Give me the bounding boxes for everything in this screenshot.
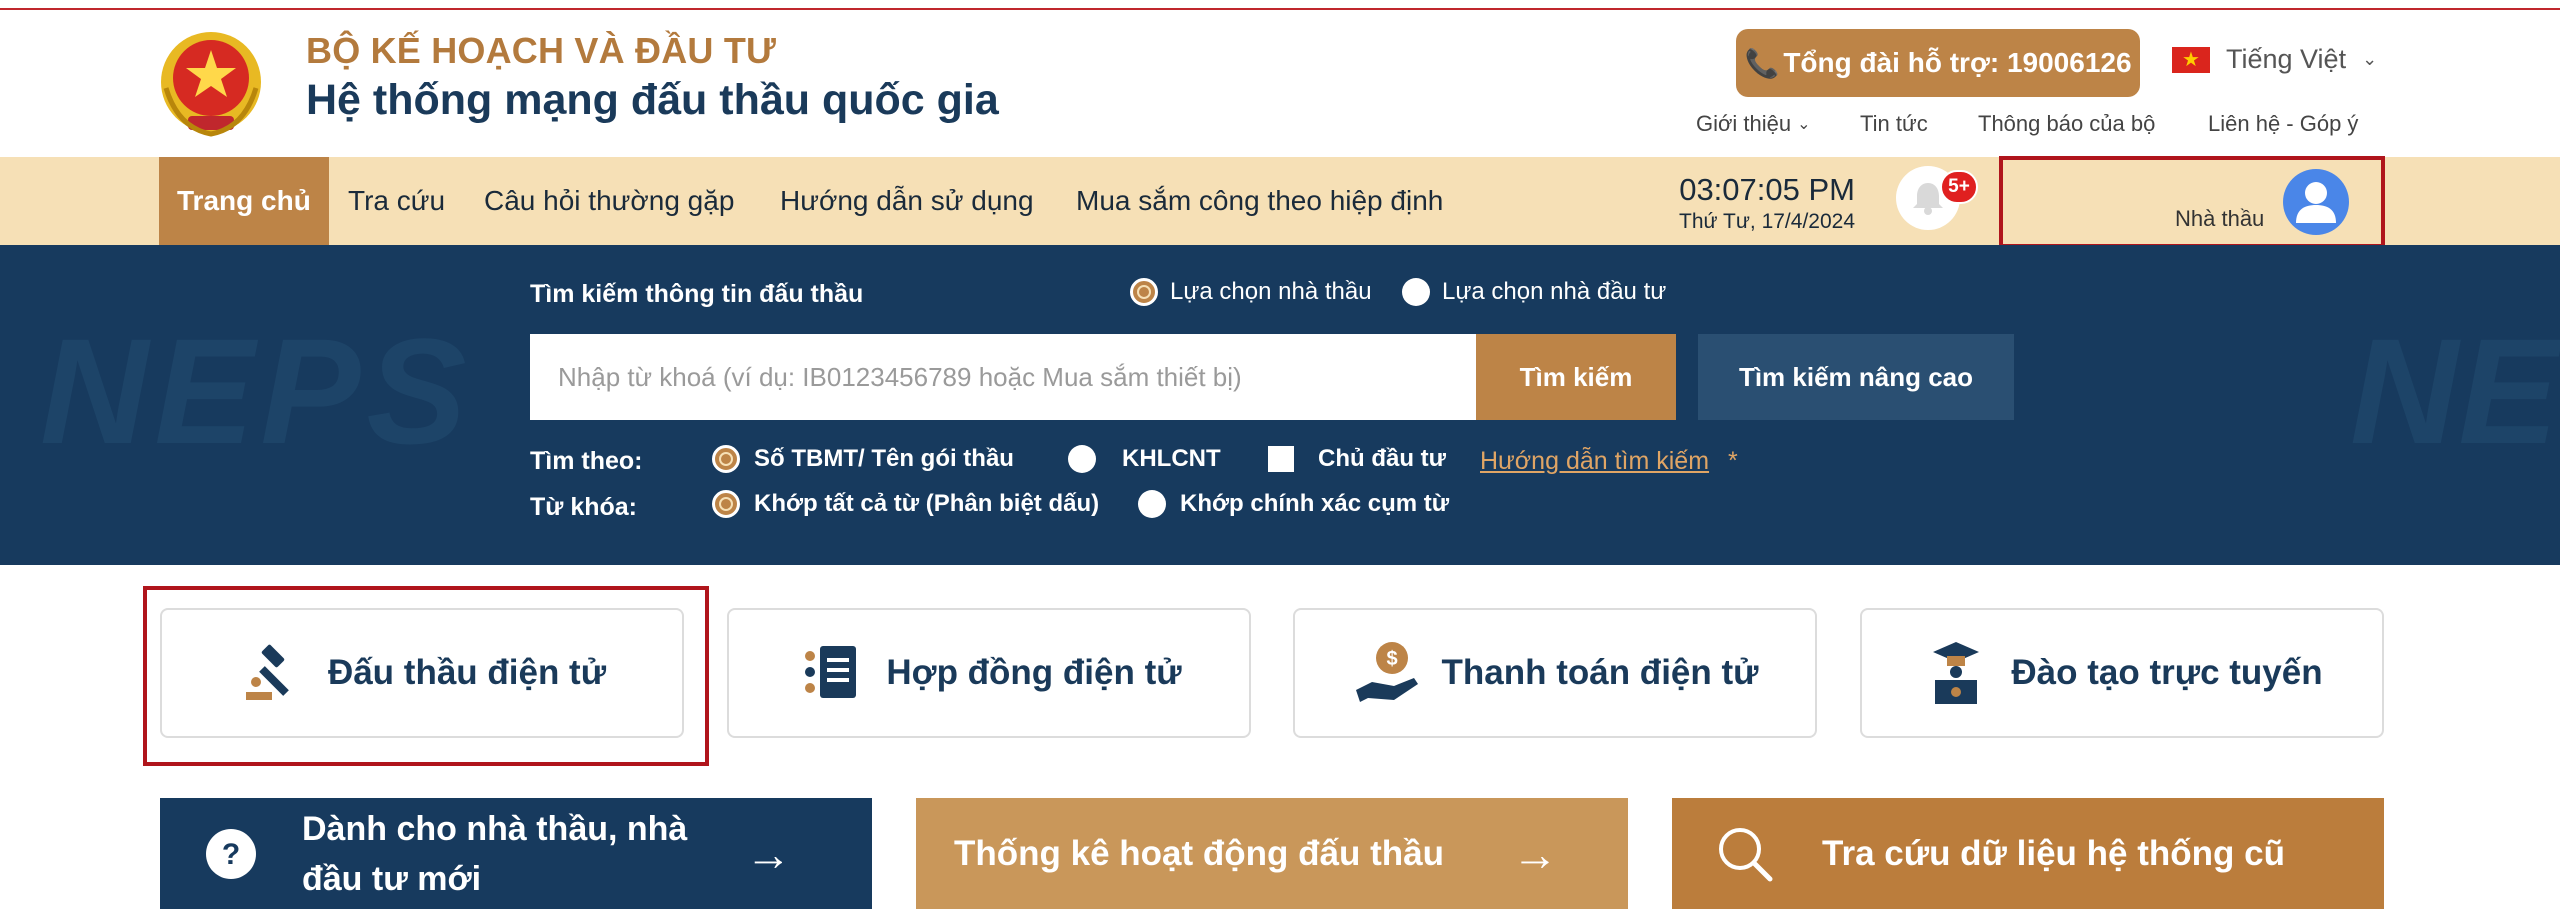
link-intro-label: Giới thiệu	[1696, 111, 1792, 136]
service-e-payment[interactable]: $ Thanh toán điện tử	[1293, 608, 1817, 738]
radio-search-by-khlcnt[interactable]: KHLCNT	[1068, 445, 1221, 473]
user-icon	[2296, 182, 2336, 223]
option-label: Khớp chính xác cụm từ	[1180, 490, 1450, 517]
svg-text:?: ?	[222, 838, 240, 871]
arrow-right-icon: →	[1511, 827, 1558, 880]
payment-icon: $	[1355, 642, 1418, 702]
nav-item-faq[interactable]: Câu hỏi thường gặp	[484, 157, 734, 245]
clock-time: 03:07:05 PM	[1679, 172, 1855, 207]
system-title[interactable]: Hệ thống mạng đấu thầu quốc gia	[306, 76, 999, 125]
radio-keyword-all-words[interactable]: Khớp tất cả từ (Phân biệt dấu)	[712, 490, 1099, 518]
option-label: Số TBMT/ Tên gói thầu	[754, 445, 1014, 472]
link-intro[interactable]: Giới thiệu ⌄	[1696, 108, 1811, 140]
search-section: NEPS NE Tìm kiếm thông tin đấu thầu Lựa …	[0, 245, 2560, 565]
user-account-menu[interactable]: Nhà thầu	[1999, 156, 2385, 248]
banner-statistics-label: Thống kê hoạt động đấu thầu	[954, 833, 1444, 873]
service-label: Thanh toán điện tử	[1441, 653, 1759, 692]
hotline-label: Tổng đài hỗ trợ: 19006126	[1783, 47, 2132, 78]
selection-highlight	[143, 586, 709, 766]
user-role: Nhà thầu	[2175, 206, 2265, 231]
search-input[interactable]	[530, 334, 1476, 420]
nav-item-lookup[interactable]: Tra cứu	[348, 157, 445, 245]
clock: 03:07:05 PM Thứ Tư, 17/4/2024	[1640, 172, 1855, 234]
chevron-down-icon: ⌄	[1797, 116, 1811, 133]
training-icon	[1933, 642, 1980, 704]
svg-text:$: $	[1386, 648, 1397, 670]
watermark-left: NEPS	[40, 307, 473, 475]
service-online-training[interactable]: Đào tạo trực tuyến	[1860, 608, 2384, 738]
search-guide-mark: *	[1728, 447, 1738, 475]
nav-item-user-guide[interactable]: Hướng dẫn sử dụng	[780, 157, 1034, 245]
search-guide-link[interactable]: Hướng dẫn tìm kiếm	[1480, 447, 1709, 476]
service-e-contract[interactable]: Hợp đồng điện tử	[727, 608, 1251, 738]
radio-unselected-icon	[1402, 278, 1430, 306]
option-label: KHLCNT	[1122, 445, 1221, 472]
banner-legacy-lookup[interactable]: Tra cứu dữ liệu hệ thống cũ	[1672, 798, 2384, 909]
top-accent-line	[0, 8, 2560, 10]
checkbox-icon	[1268, 446, 1294, 472]
avatar[interactable]	[2283, 169, 2349, 235]
banner-statistics[interactable]: Thống kê hoạt động đấu thầu →	[916, 798, 1628, 909]
radio-unselected-icon	[1138, 490, 1166, 518]
option-label: Khớp tất cả từ (Phân biệt dấu)	[754, 490, 1100, 517]
notification-badge: 5+	[1940, 170, 1978, 204]
radio-select-contractor[interactable]: Lựa chọn nhà thầu	[1130, 278, 1372, 306]
link-ministry-notice[interactable]: Thông báo của bộ	[1978, 108, 2155, 140]
question-circle-icon: ?	[206, 828, 256, 879]
banner-newcomers-line1: Dành cho nhà thầu, nhà	[302, 809, 688, 848]
chevron-down-icon: ⌄	[2362, 49, 2378, 69]
language-label: Tiếng Việt	[2226, 44, 2347, 74]
watermark-right: NE	[2350, 307, 2559, 475]
service-label: Đào tạo trực tuyến	[2011, 653, 2323, 692]
radio-unselected-icon	[1068, 445, 1096, 473]
keyword-label: Từ khóa:	[530, 493, 637, 521]
search-by-label: Tìm theo:	[530, 447, 643, 475]
nav-item-home[interactable]: Trang chủ	[159, 157, 329, 245]
nav-item-agreement-procurement[interactable]: Mua sắm công theo hiệp định	[1076, 157, 1443, 245]
radio-select-investor[interactable]: Lựa chọn nhà đầu tư	[1402, 278, 1666, 306]
service-label: Hợp đồng điện tử	[886, 653, 1182, 692]
radio-label: Lựa chọn nhà đầu tư	[1442, 278, 1667, 305]
option-label: Chủ đầu tư	[1318, 445, 1447, 472]
radio-selected-icon	[712, 445, 740, 473]
radio-label: Lựa chọn nhà thầu	[1170, 278, 1372, 305]
contract-icon	[805, 646, 857, 698]
banner-legacy-lookup-label: Tra cứu dữ liệu hệ thống cũ	[1822, 833, 2285, 873]
search-button[interactable]: Tìm kiếm	[1476, 334, 1676, 420]
ministry-name: BỘ KẾ HOẠCH VÀ ĐẦU TƯ	[306, 30, 777, 71]
hotline-button[interactable]: 📞 Tổng đài hỗ trợ: 19006126	[1736, 29, 2140, 97]
advanced-search-button[interactable]: Tìm kiếm nâng cao	[1698, 334, 2014, 420]
vietnam-flag-icon: ★	[2172, 46, 2210, 73]
link-contact[interactable]: Liên hệ - Góp ý	[2208, 108, 2358, 140]
radio-selected-icon	[712, 490, 740, 518]
search-title: Tìm kiếm thông tin đấu thầu	[530, 280, 864, 308]
phone-icon: 📞	[1744, 47, 1780, 79]
clock-date: Thứ Tư, 17/4/2024	[1679, 210, 1855, 233]
banner-newcomers[interactable]: ? Dành cho nhà thầu, nhà đầu tư mới →	[160, 798, 872, 909]
link-news[interactable]: Tin tức	[1860, 108, 1928, 140]
radio-search-by-tbmt[interactable]: Số TBMT/ Tên gói thầu	[712, 445, 1014, 473]
arrow-right-icon: →	[745, 827, 792, 880]
radio-keyword-exact-phrase[interactable]: Khớp chính xác cụm từ	[1138, 490, 1449, 518]
language-selector[interactable]: ★ Tiếng Việt ⌄	[2172, 44, 2377, 75]
national-emblem-logo[interactable]	[158, 28, 264, 140]
banner-newcomers-line2: đầu tư mới	[302, 859, 482, 898]
search-icon	[1719, 827, 1773, 881]
radio-selected-icon	[1130, 278, 1158, 306]
checkbox-investor[interactable]: Chủ đầu tư	[1268, 445, 1446, 473]
